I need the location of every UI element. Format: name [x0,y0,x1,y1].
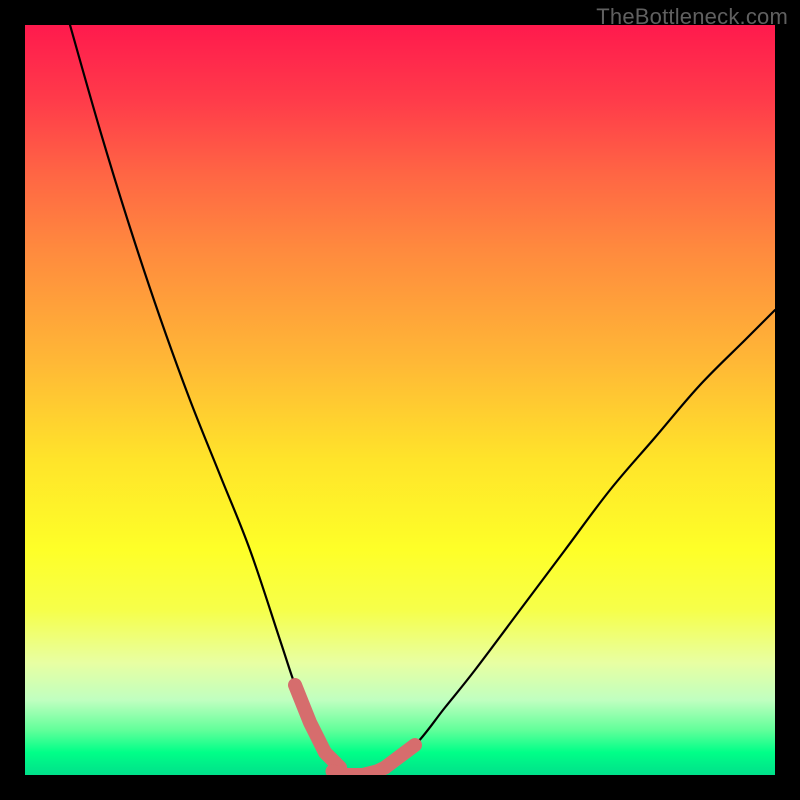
valley-floor-marker [333,771,378,775]
curve-layer [25,25,775,775]
chart-frame: TheBottleneck.com [0,0,800,800]
left-ascent-marker [295,685,340,768]
plot-area [25,25,775,775]
bottleneck-curve [70,25,775,775]
